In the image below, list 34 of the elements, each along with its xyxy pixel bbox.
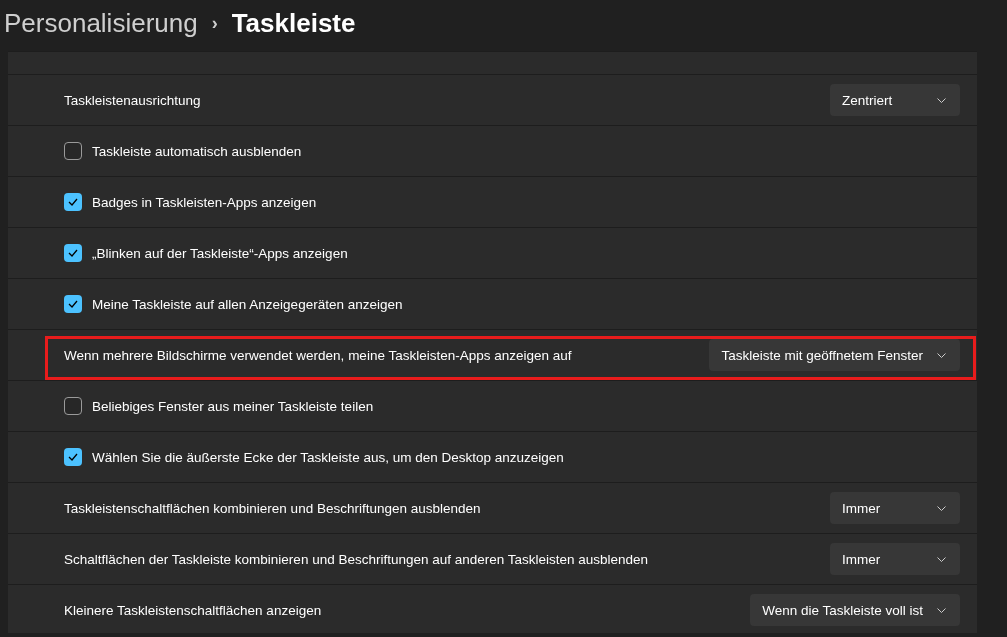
dropdown[interactable]: Wenn die Taskleiste voll ist <box>750 594 960 626</box>
checkbox[interactable] <box>64 142 82 160</box>
setting-label: Wenn mehrere Bildschirme verwendet werden, meine Taskleisten-Apps anzeigen auf <box>64 347 573 363</box>
setting-label: Kleinere Taskleistenschaltflächen anzeigen <box>64 602 323 618</box>
checkmark-icon <box>68 300 78 308</box>
chevron-down-icon <box>937 352 946 358</box>
breadcrumb-separator: › <box>211 12 218 34</box>
setting-label: Badges in Taskleisten-Apps anzeigen <box>92 194 318 210</box>
page-title: Taskleiste <box>231 7 356 39</box>
checkbox[interactable] <box>64 448 82 466</box>
setting-label: Beliebiges Fenster aus meiner Taskleiste teilen <box>92 398 375 414</box>
setting-label: Taskleistenausrichtung <box>64 92 202 108</box>
setting-label: „Blinken auf der Taskleiste“-Apps anzeigen <box>92 245 349 261</box>
chevron-down-icon <box>937 607 946 613</box>
checkmark-icon <box>68 453 78 461</box>
setting-label: Meine Taskleiste auf allen Anzeigegeräten anzeigen <box>92 296 404 312</box>
dropdown[interactable]: Zentriert <box>830 84 960 116</box>
dropdown[interactable]: Immer <box>830 543 960 575</box>
chevron-down-icon <box>937 97 946 103</box>
checkbox[interactable] <box>64 244 82 262</box>
checkmark-icon <box>68 249 78 257</box>
checkbox[interactable] <box>64 193 82 211</box>
setting-label: Taskleistenschaltflächen kombinieren und Beschriftungen ausblenden <box>64 500 482 516</box>
setting-label: Taskleiste automatisch ausblenden <box>92 143 303 159</box>
breadcrumb-parent[interactable]: Personalisierung <box>4 7 198 39</box>
dropdown[interactable]: Taskleiste mit geöffnetem Fenster <box>709 339 960 371</box>
setting-label: Schaltflächen der Taskleiste kombinieren und Beschriftungen auf anderen Taskleisten ausblenden <box>64 551 650 567</box>
checkmark-icon <box>68 198 78 206</box>
chevron-down-icon <box>937 556 946 562</box>
checkbox[interactable] <box>64 295 82 313</box>
checkbox[interactable] <box>64 397 82 415</box>
setting-label: Wählen Sie die äußerste Ecke der Taskleiste aus, um den Desktop anzuzeigen <box>92 449 565 465</box>
dropdown[interactable]: Immer <box>830 492 960 524</box>
chevron-down-icon <box>937 505 946 511</box>
